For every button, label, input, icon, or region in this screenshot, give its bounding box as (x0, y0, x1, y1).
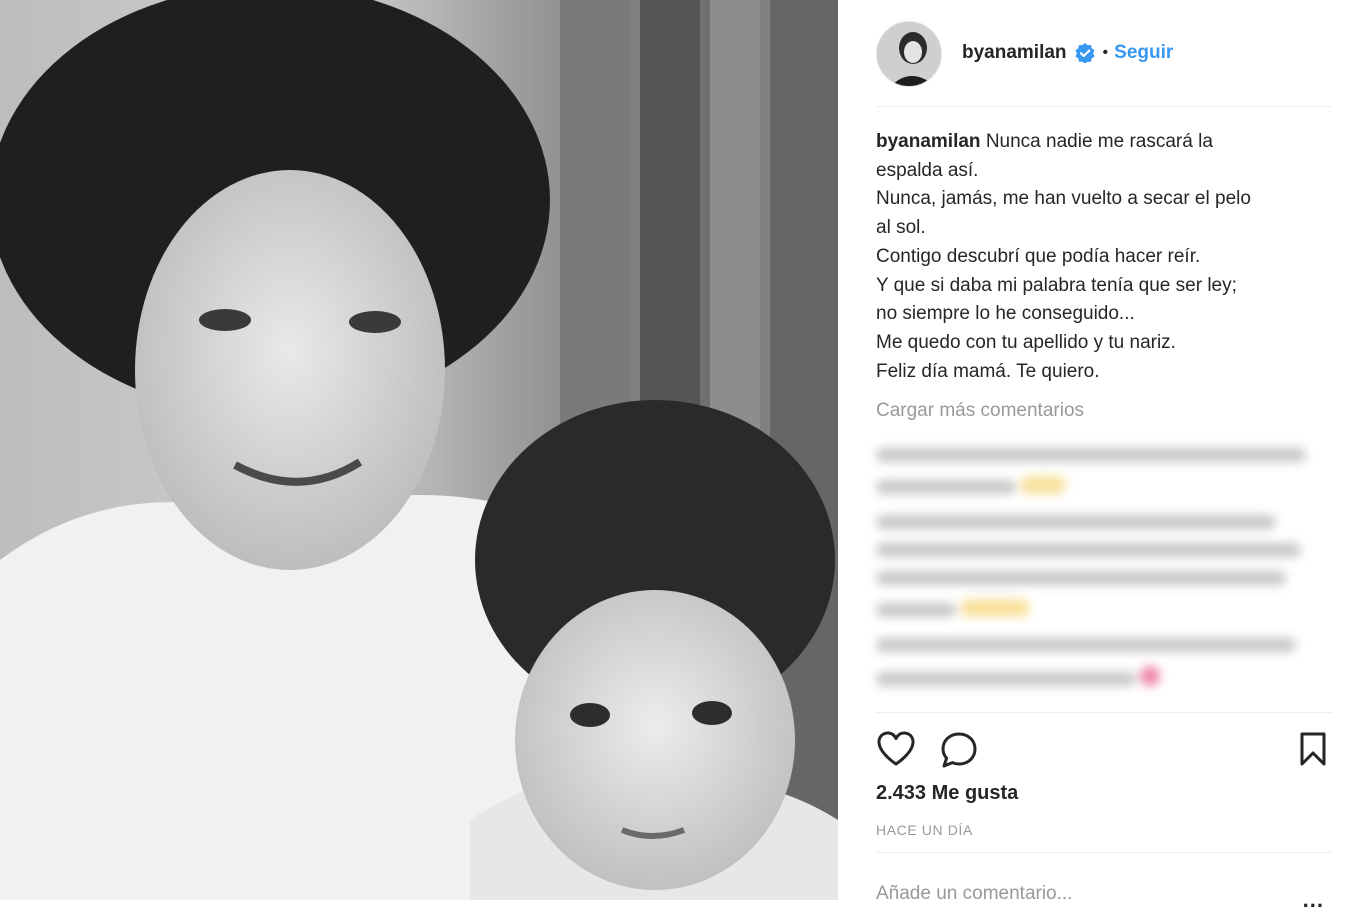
heart-icon[interactable] (876, 731, 916, 772)
post-photo[interactable] (0, 0, 838, 900)
caption-line: no siempre lo he conseguido... (876, 303, 1135, 325)
caption-line: Contigo descubrí que podía hacer reír. (876, 245, 1201, 267)
comment-input[interactable] (876, 883, 1276, 905)
verified-badge-icon (1075, 43, 1095, 64)
follow-button[interactable]: Seguir (1114, 42, 1173, 64)
photo-illustration (0, 0, 838, 900)
avatar[interactable] (876, 21, 942, 87)
load-more-comments-link[interactable]: Cargar más comentarios (876, 400, 1084, 422)
more-options-icon[interactable]: ... (1303, 887, 1324, 913)
caption-line: espalda así. (876, 159, 979, 181)
post-sidebar: byanamilan • Seguir byanamilan Nunca nad… (838, 0, 1348, 912)
avatar-image (877, 22, 941, 86)
caption-line: Nunca nadie me rascará la (985, 131, 1213, 152)
post-caption: byanamilan Nunca nadie me rascará la esp… (876, 128, 1316, 386)
caption-line: Feliz día mamá. Te quiero. (876, 360, 1100, 382)
blurred-comments (876, 436, 1316, 706)
post-timestamp[interactable]: HACE UN DÍA (876, 822, 973, 838)
post-actions (876, 712, 1332, 785)
caption-username[interactable]: byanamilan (876, 131, 981, 152)
header-separator: • (1102, 44, 1109, 61)
bookmark-icon[interactable] (1299, 731, 1327, 772)
add-comment-section: ... (876, 852, 1332, 912)
header-username[interactable]: byanamilan (962, 42, 1067, 64)
caption-line: Nunca, jamás, me han vuelto a secar el p… (876, 188, 1251, 210)
comment-icon[interactable] (940, 731, 978, 774)
caption-line: Y que si daba mi palabra tenía que ser l… (876, 274, 1237, 296)
post-header: byanamilan • Seguir (876, 14, 1332, 107)
likes-count[interactable]: 2.433 Me gusta (876, 782, 1018, 805)
caption-line: al sol. (876, 217, 926, 239)
caption-line: Me quedo con tu apellido y tu nariz. (876, 331, 1176, 353)
